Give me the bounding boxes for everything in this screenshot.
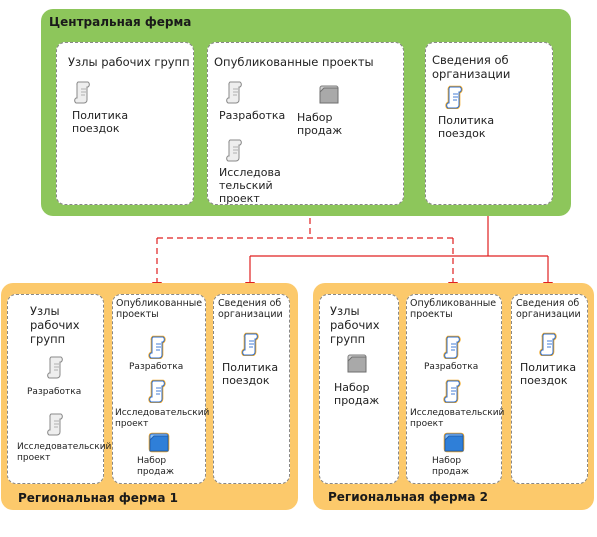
regional-farm-1: Узлы рабочих групп Разработка Исследоват… (1, 283, 298, 510)
scroll-icon (73, 80, 93, 104)
panel-title: Опубликованные проекты (410, 298, 497, 320)
doc-label: Исследова тельский проект (219, 166, 281, 205)
panel-title: Сведения об организации (516, 298, 581, 320)
panel-title: Узлы рабочих групп (30, 304, 80, 346)
doc-label: Набор продаж (432, 456, 469, 477)
panel-title: Сведения об организации (218, 298, 283, 320)
doc-label: Набор продаж (334, 381, 380, 407)
doc-label: Политика поездок (222, 361, 279, 387)
doc-label: Набор продаж (297, 111, 343, 137)
scroll-icon (46, 412, 66, 436)
r1-org-info-panel: Сведения об организации Политика поездок (213, 294, 290, 484)
r2-workgroup-nodes-panel: Узлы рабочих групп Набор продаж (319, 294, 399, 484)
panel-title: Узлы рабочих групп (68, 55, 190, 69)
scroll-icon (46, 355, 66, 379)
central-workgroup-nodes-panel: Узлы рабочих групп Политика поездок (56, 42, 194, 205)
r2-org-info-panel: Сведения об организации Политика поездок (511, 294, 588, 484)
central-farm-title: Центральная ферма (49, 15, 192, 29)
scroll-icon (225, 138, 245, 162)
doc-label: Исследовательский проект (410, 408, 505, 429)
scroll-icon (225, 80, 245, 104)
r1-published-projects-panel: Опубликованные проекты Разработка Исслед… (112, 294, 210, 484)
doc-label: Разработка (424, 362, 479, 372)
r1-workgroup-nodes-panel: Узлы рабочих групп Разработка Исследоват… (7, 294, 112, 484)
doc-label: Исследовательский проект (115, 408, 210, 429)
folder-icon (318, 83, 340, 105)
panel-title: Опубликованные проекты (116, 298, 203, 320)
regional-farm-1-title: Региональная ферма 1 (18, 491, 178, 505)
doc-label: Политика поездок (520, 361, 577, 387)
folder-icon (346, 352, 368, 374)
scroll-icon (443, 335, 463, 359)
scroll-icon (539, 332, 559, 356)
scroll-icon (148, 379, 168, 403)
panel-title: Сведения об организации (432, 53, 511, 81)
central-published-projects-panel: Опубликованные проекты Разработка Набор … (207, 42, 404, 205)
scroll-icon (241, 332, 261, 356)
central-farm: Центральная ферма Узлы рабочих групп Пол… (41, 9, 571, 216)
panel-title: Узлы рабочих групп (330, 304, 380, 346)
doc-label: Политика поездок (438, 114, 495, 140)
folder-icon (443, 431, 465, 453)
doc-label: Разработка (27, 387, 82, 397)
scroll-icon (445, 85, 465, 109)
regional-farm-2: Узлы рабочих групп Набор продаж Опублико… (313, 283, 594, 510)
r2-published-projects-panel: Опубликованные проекты Разработка Исслед… (406, 294, 505, 484)
doc-label: Разработка (219, 109, 286, 122)
doc-label: Исследовательский проект (17, 442, 112, 463)
doc-label: Политика поездок (72, 109, 129, 135)
doc-label: Набор продаж (137, 456, 174, 477)
scroll-icon (443, 379, 463, 403)
scroll-icon (148, 335, 168, 359)
central-org-info-panel: Сведения об организации Политика поездок (425, 42, 553, 205)
folder-icon (148, 431, 170, 453)
regional-farm-2-title: Региональная ферма 2 (328, 490, 488, 504)
panel-title: Опубликованные проекты (214, 55, 374, 69)
doc-label: Разработка (129, 362, 184, 372)
